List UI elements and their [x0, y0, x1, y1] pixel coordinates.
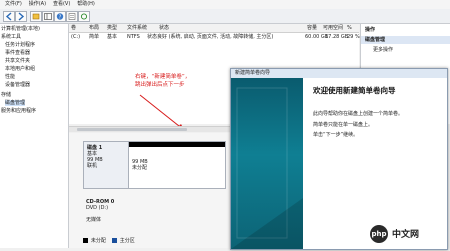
wizard-line-3: 单击“下一步”继续。 — [313, 132, 359, 138]
disk-map: 磁盘 1 基本 99 MB 联机 99 MB 未分配 CD-ROM 0 DVD … — [69, 133, 234, 248]
legend-unallocated: 未分配 — [90, 238, 106, 244]
watermark-text: 中文网 — [392, 230, 420, 240]
disk-1-header[interactable]: 磁盘 1 基本 99 MB 联机 — [83, 141, 130, 189]
actions-header: 操作 — [365, 27, 376, 33]
wizard-banner-graphic — [231, 87, 303, 249]
actions-disk-management[interactable]: 磁盘管理 — [361, 36, 450, 44]
site-watermark: php 中文网 — [370, 224, 446, 244]
legend-unallocated-swatch — [83, 238, 88, 243]
actions-more[interactable]: 更多操作 — [361, 46, 450, 54]
new-simple-volume-wizard: 新建简单卷向导 欢迎使用新建简单卷向导 此向导帮助你在磁盘上创建一个简单卷。 简… — [230, 68, 448, 250]
cdrom-header[interactable]: CD-ROM 0 DVD (D:) 无媒体 — [83, 199, 223, 223]
wizard-side-banner — [231, 78, 303, 249]
partition-status: 未分配 — [132, 165, 148, 171]
scrollbar-thumb[interactable] — [77, 128, 187, 131]
wizard-title: 新建简单卷向导 — [231, 69, 447, 78]
disk-1-unallocated-partition[interactable]: 99 MB 未分配 — [128, 141, 226, 189]
legend-primary-swatch — [111, 238, 117, 243]
cdrom-media: 无媒体 — [86, 217, 102, 223]
legend-primary: 主分区 — [119, 238, 135, 244]
horizontal-scrollbar[interactable] — [69, 126, 234, 132]
watermark-logo: php — [370, 225, 388, 243]
wizard-line-1: 此向导帮助你在磁盘上创建一个简单卷。 — [313, 111, 404, 117]
disk-1-name: 磁盘 1 — [87, 145, 103, 151]
legend: 未分配 主分区 — [83, 237, 135, 244]
wizard-heading: 欢迎使用新建简单卷向导 — [313, 86, 396, 95]
partition-size: 99 MB — [132, 159, 148, 165]
disk-1-status: 联机 — [87, 163, 98, 169]
wizard-line-2: 简单卷只能在单一磁盘上。 — [313, 122, 374, 128]
